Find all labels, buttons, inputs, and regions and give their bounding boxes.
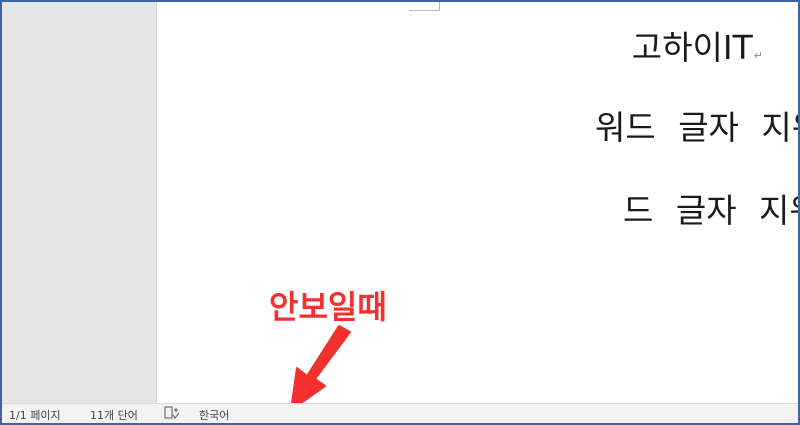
line-text: 고하이IT [631, 28, 753, 67]
status-bar: 1/1 페이지 11개 단어 한국어 [2, 403, 798, 423]
page-count-status[interactable]: 1/1 페이지 [9, 407, 61, 423]
document-line-2[interactable]: 워드 글자 지워질 때 [595, 108, 798, 148]
document-line-1[interactable]: 고하이IT↵ [632, 28, 763, 76]
document-page[interactable]: 고하이IT↵ 워드 글자 지워질 때 드 글자 지워질 때 ㅎ ↵ [156, 2, 798, 403]
word-window: 고하이IT↵ 워드 글자 지워질 때 드 글자 지워질 때 ㅎ ↵ 안보일때 1… [0, 0, 800, 425]
word-count-status[interactable]: 11개 단어 [90, 407, 138, 423]
line-text: 드 글자 지워질 때 ㅎ [623, 191, 798, 230]
line-text: 워드 글자 지워질 때 [595, 108, 798, 147]
paragraph-mark: ↵ [753, 49, 763, 62]
annotation-arrow-icon [290, 325, 351, 411]
document-canvas: 고하이IT↵ 워드 글자 지워질 때 드 글자 지워질 때 ㅎ ↵ [2, 2, 798, 403]
margin-corner-mark [409, 2, 440, 11]
proofing-book-icon[interactable] [164, 406, 180, 420]
language-status[interactable]: 한국어 [199, 407, 229, 423]
document-line-3[interactable]: 드 글자 지워질 때 ㅎ [623, 191, 798, 231]
annotation-label: 안보일때 [269, 288, 387, 326]
